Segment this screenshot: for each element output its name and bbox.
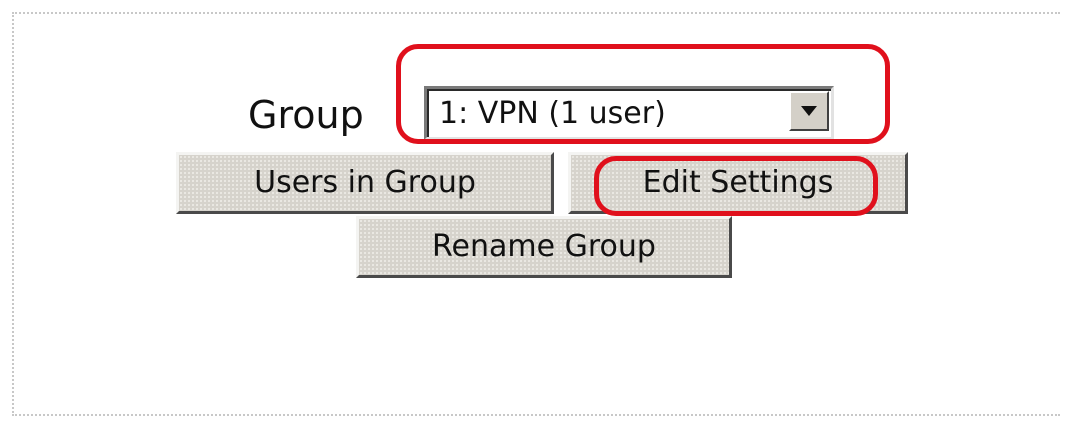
screenshot-stage: Group 1: VPN (1 user) Users in Group Edi…	[0, 0, 1068, 421]
group-select[interactable]: 1: VPN (1 user)	[424, 86, 834, 140]
edit-settings-button[interactable]: Edit Settings	[568, 152, 908, 214]
group-label: Group	[248, 93, 364, 137]
group-select-value: 1: VPN (1 user)	[439, 96, 666, 131]
chevron-down-icon	[801, 106, 817, 116]
group-panel	[12, 12, 1060, 416]
users-in-group-button[interactable]: Users in Group	[176, 152, 554, 214]
dropdown-arrow-button[interactable]	[789, 91, 829, 131]
rename-group-button[interactable]: Rename Group	[356, 216, 732, 278]
